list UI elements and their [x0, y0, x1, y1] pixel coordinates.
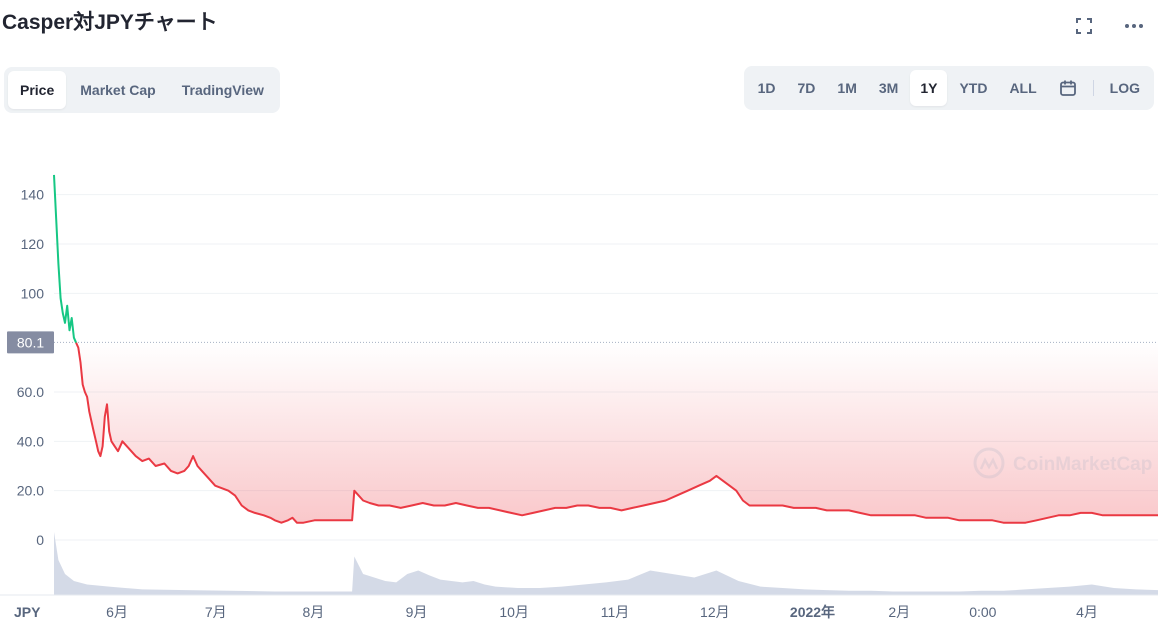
reference-label: 80.1 — [17, 334, 44, 350]
range-tabs: 1D 7D 1M 3M 1Y YTD ALL LOG — [743, 66, 1154, 110]
x-tick-label: 2022年 — [790, 604, 835, 620]
price-chart[interactable]: 0 20.0 40.0 60.0 100 120 140 80.1 JPY 6月 7月 8月 9月 10… — [0, 120, 1158, 628]
chart-svg: 0 20.0 40.0 60.0 100 120 140 80.1 JPY 6月 7月 8月 9月 10… — [0, 174, 1158, 620]
y-tick-label: 120 — [21, 236, 45, 252]
view-tabs: Price Market Cap TradingView — [4, 67, 280, 113]
tab-price[interactable]: Price — [8, 71, 67, 109]
x-tick-label: 11月 — [601, 604, 630, 620]
watermark-text: CoinMarketCap — [1013, 454, 1152, 475]
chart-title: Casper対JPYチャート — [2, 11, 218, 34]
y-tick-label: 40.0 — [17, 433, 44, 449]
y-tick-label: 100 — [21, 285, 45, 301]
x-tick-label: 2月 — [888, 604, 910, 620]
tab-tradingview[interactable]: TradingView — [170, 71, 276, 109]
y-tick-label: 60.0 — [17, 384, 44, 400]
volume-bars — [54, 532, 1158, 595]
x-tick-label: 4月 — [1076, 604, 1098, 620]
range-all[interactable]: ALL — [999, 70, 1046, 106]
currency-label: JPY — [14, 604, 41, 620]
x-tick-label: 0:00 — [969, 604, 996, 620]
x-tick-label: 8月 — [302, 604, 324, 620]
top-actions — [1072, 14, 1146, 38]
volume-area — [54, 532, 1158, 595]
x-tick-label: 6月 — [106, 604, 128, 620]
calendar-icon — [1059, 80, 1076, 96]
x-tick-label: 9月 — [406, 604, 428, 620]
tab-market-cap[interactable]: Market Cap — [68, 71, 167, 109]
range-3m[interactable]: 3M — [869, 70, 908, 106]
fullscreen-icon[interactable] — [1072, 14, 1096, 38]
range-1y[interactable]: 1Y — [910, 70, 948, 106]
price-line-up — [53, 174, 78, 344]
range-1d[interactable]: 1D — [748, 70, 786, 106]
y-tick-label: 20.0 — [17, 483, 44, 499]
more-icon[interactable] — [1122, 14, 1146, 38]
x-tick-label: 7月 — [205, 604, 227, 620]
calendar-button[interactable] — [1049, 70, 1087, 106]
price-area-fill — [76, 342, 1158, 523]
y-axis: 0 20.0 40.0 60.0 100 120 140 80.1 — [7, 187, 54, 548]
log-toggle[interactable]: LOG — [1100, 70, 1150, 106]
x-tick-label: 10月 — [499, 604, 529, 620]
price-area — [76, 342, 1158, 523]
y-tick-label: 0 — [36, 532, 44, 548]
range-7d[interactable]: 7D — [788, 70, 826, 106]
range-ytd[interactable]: YTD — [949, 70, 997, 106]
x-axis: JPY 6月 7月 8月 9月 10月 11月 12月 2022年 2月 0:00 4月 — [0, 594, 1158, 620]
range-1m[interactable]: 1M — [827, 70, 866, 106]
x-tick-label: 12月 — [700, 604, 730, 620]
divider — [1092, 80, 1094, 96]
y-tick-label: 140 — [21, 187, 45, 203]
